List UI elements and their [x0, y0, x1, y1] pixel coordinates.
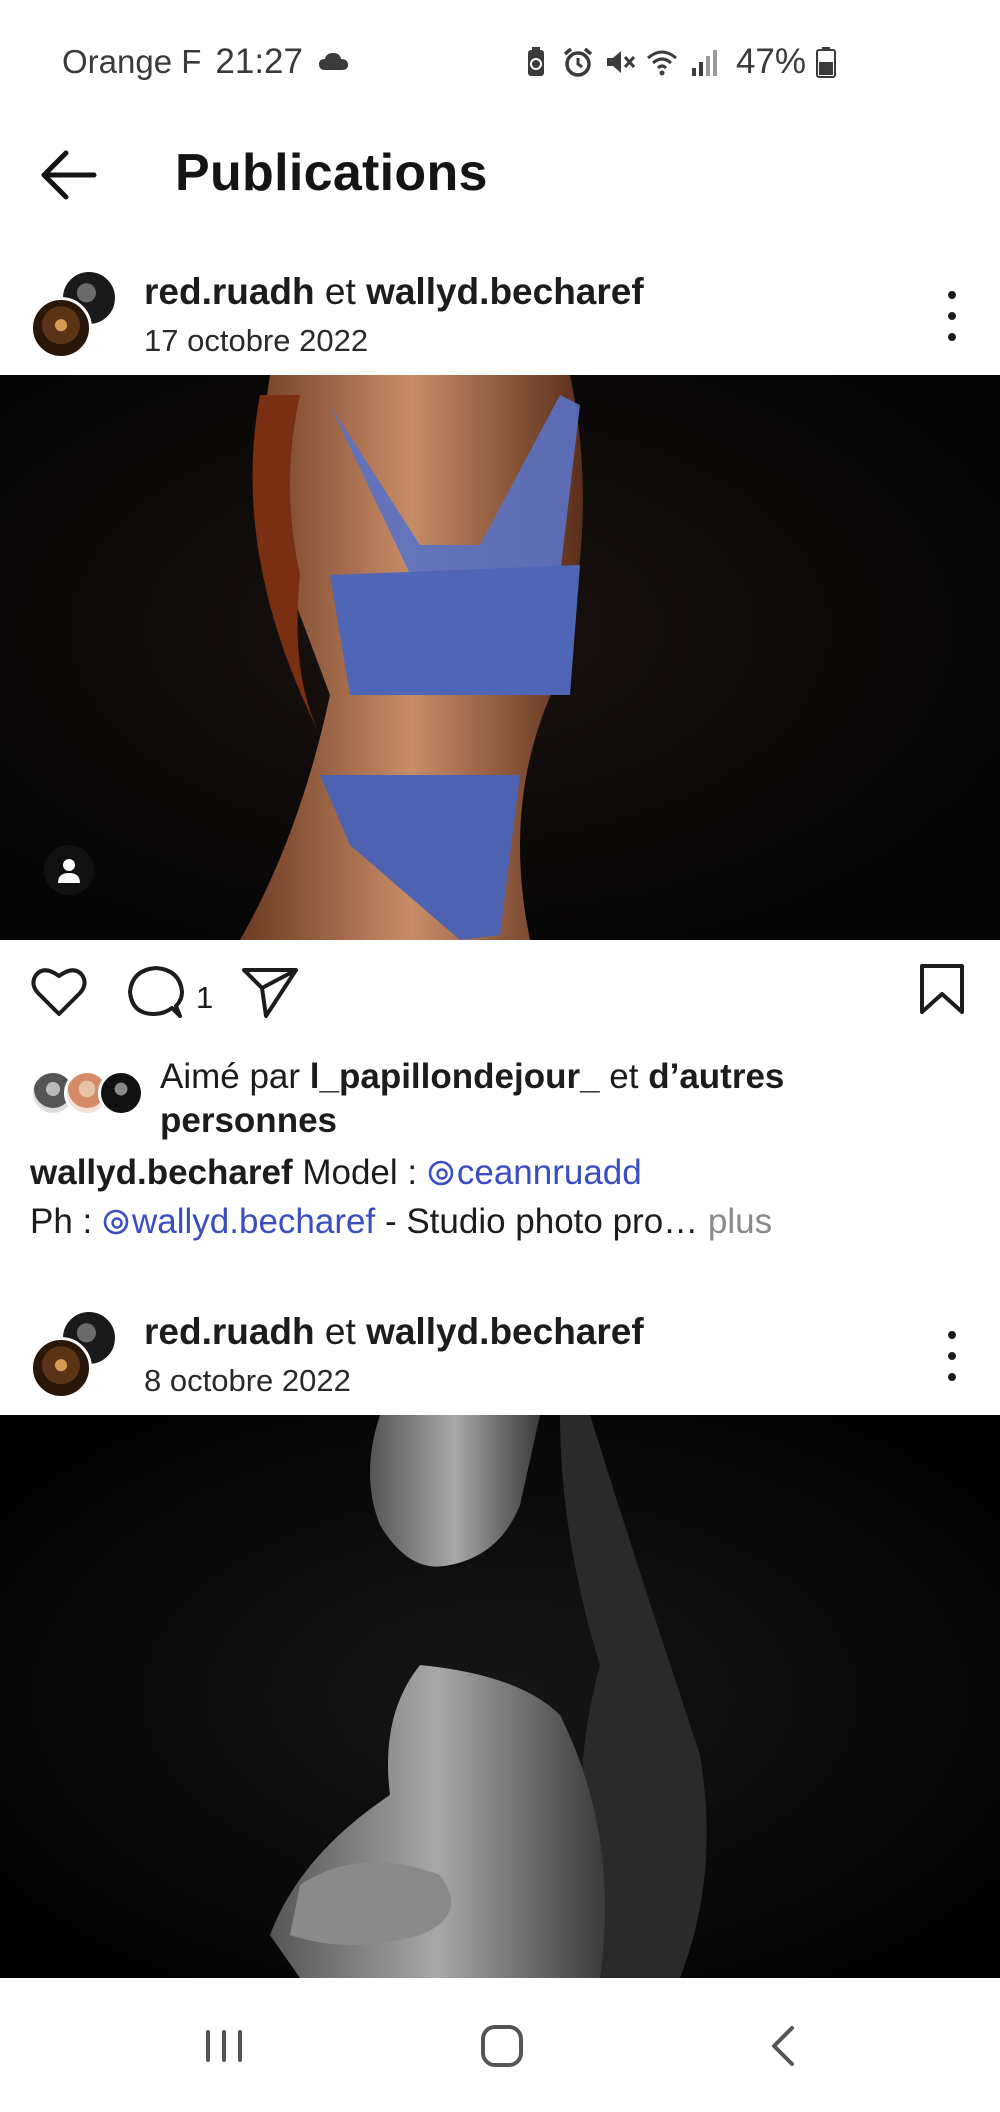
recents-button[interactable] — [194, 2016, 254, 2076]
author-conjunction: et — [324, 1311, 356, 1352]
more-dot-icon — [948, 1352, 956, 1360]
author-link[interactable]: wallyd.becharef — [366, 1311, 644, 1352]
author-conjunction: et — [324, 271, 356, 312]
caption-more-link[interactable]: plus — [708, 1202, 772, 1241]
avatar — [98, 1070, 144, 1116]
home-button[interactable] — [472, 2016, 532, 2076]
mention-link[interactable]: wallyd.becharef — [102, 1202, 375, 1241]
mention-link[interactable]: ceannruadd — [427, 1153, 642, 1192]
liker-avatars — [30, 1070, 146, 1118]
status-bar: Orange F 21:27 47% — [0, 0, 1000, 125]
post-authors: red.ruadh et wallyd.becharef — [144, 271, 644, 313]
arrow-left-icon — [41, 150, 97, 200]
author-link[interactable]: red.ruadh — [144, 1311, 315, 1352]
post-header: red.ruadh et wallyd.becharef 17 octobre … — [0, 255, 1000, 375]
clock: 21:27 — [215, 42, 303, 81]
battery-icon — [816, 47, 836, 78]
comment-count: 1 — [196, 980, 214, 1015]
caption-text: - Studio photo pro… — [384, 1202, 699, 1241]
caption-line-1: wallyd.becharef Model : ceannruadd — [30, 1148, 970, 1197]
comment-icon — [128, 966, 184, 1018]
bookmark-icon — [920, 964, 964, 1014]
post-authors: red.ruadh et wallyd.becharef — [144, 1311, 644, 1353]
post-image[interactable] — [0, 375, 1000, 940]
post-image[interactable] — [0, 1415, 1000, 1978]
liker-link[interactable]: l_papillondejour_ — [310, 1057, 600, 1096]
post-header: red.ruadh et wallyd.becharef 8 octobre 2… — [0, 1295, 1000, 1415]
avatar[interactable] — [30, 1337, 92, 1399]
mention-text: wallyd.becharef — [132, 1202, 376, 1241]
status-right: 47% — [520, 42, 836, 82]
alarm-icon — [563, 47, 593, 77]
more-options-button[interactable] — [942, 1331, 962, 1381]
likes-text: Aimé par l_papillondejour_ et d’autres p… — [160, 1055, 960, 1143]
likes-prefix: Aimé par — [160, 1057, 301, 1096]
post-caption: wallyd.becharef Model : ceannruadd Ph : … — [30, 1148, 970, 1246]
heart-icon — [31, 968, 87, 1016]
comment-button[interactable] — [126, 964, 186, 1025]
more-options-button[interactable] — [942, 291, 962, 341]
nav-back-button[interactable] — [754, 2016, 814, 2076]
post-actions: 1 — [0, 940, 1000, 1050]
more-dot-icon — [948, 291, 956, 299]
more-dot-icon — [948, 312, 956, 320]
home-icon — [481, 2025, 523, 2067]
like-button[interactable] — [30, 964, 88, 1023]
battery-saver-icon — [527, 47, 544, 76]
avatar[interactable] — [30, 297, 92, 359]
save-button[interactable] — [918, 962, 966, 1021]
photo-illustration — [0, 375, 1000, 940]
carrier-label: Orange F — [62, 43, 202, 80]
wifi-icon — [646, 50, 677, 76]
send-icon — [242, 968, 298, 1018]
more-dot-icon — [948, 333, 956, 341]
tagged-people-button[interactable] — [44, 845, 94, 895]
caption-author[interactable]: wallyd.becharef — [30, 1153, 293, 1192]
author-link[interactable]: wallyd.becharef — [366, 271, 644, 312]
signal-icon — [691, 50, 717, 76]
battery-percent: 47% — [735, 42, 806, 81]
photo-illustration — [0, 1415, 1000, 1978]
back-chevron-icon — [772, 2026, 794, 2066]
author-link[interactable]: red.ruadh — [144, 271, 315, 312]
avatar-stack[interactable] — [30, 269, 122, 361]
avatar-stack[interactable] — [30, 1309, 122, 1401]
more-dot-icon — [948, 1373, 956, 1381]
post-date: 17 octobre 2022 — [144, 323, 369, 358]
person-icon — [58, 859, 80, 883]
status-left: Orange F 21:27 — [62, 42, 351, 82]
likes-mid: et — [609, 1057, 639, 1096]
cloud-icon — [319, 53, 348, 70]
share-button[interactable] — [240, 964, 300, 1025]
page-title: Publications — [175, 144, 488, 202]
threads-icon — [428, 1160, 454, 1186]
back-button[interactable] — [36, 145, 100, 205]
recents-icon — [206, 2030, 242, 2062]
app-header: Publications — [0, 125, 1000, 225]
caption-text: Ph : — [30, 1202, 93, 1241]
threads-icon — [103, 1209, 129, 1235]
post-date: 8 octobre 2022 — [144, 1363, 351, 1398]
more-dot-icon — [948, 1331, 956, 1339]
likes-summary[interactable]: Aimé par l_papillondejour_ et d’autres p… — [30, 1052, 970, 1152]
system-nav-bar — [0, 1978, 1000, 2112]
mention-text: ceannruadd — [456, 1153, 642, 1192]
caption-text: Model : — [302, 1153, 418, 1192]
caption-line-2: Ph : wallyd.becharef - Studio photo pro…… — [30, 1197, 970, 1246]
mute-icon — [606, 51, 636, 73]
